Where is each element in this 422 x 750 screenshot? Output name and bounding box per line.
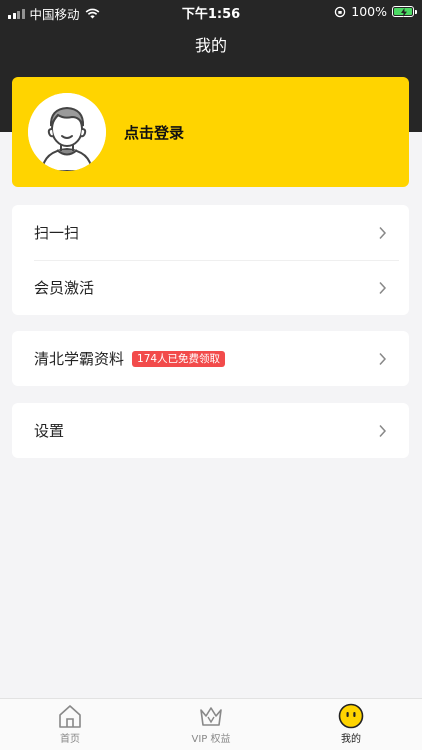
default-avatar-icon bbox=[28, 93, 106, 171]
menu-item-label: 设置 bbox=[34, 422, 65, 440]
tab-label: 首页 bbox=[60, 734, 80, 745]
home-icon bbox=[59, 705, 81, 728]
menu-item-scan[interactable]: 扫一扫 bbox=[12, 205, 409, 260]
bottom-tab-bar: 首页 VIP 权益 我的 bbox=[0, 698, 422, 750]
crown-icon bbox=[200, 707, 222, 726]
tab-home[interactable]: 首页 bbox=[30, 703, 110, 747]
chevron-right-icon bbox=[379, 352, 387, 365]
tab-mine[interactable]: 我的 bbox=[311, 703, 391, 747]
menu-item-label: 扫一扫 bbox=[34, 224, 80, 242]
menu-item-label: 会员激活 bbox=[34, 279, 95, 297]
menu-item-study-materials[interactable]: 清北学霸资料 174人已免费领取 bbox=[12, 331, 409, 386]
orientation-lock-icon bbox=[335, 6, 346, 17]
claimed-count-badge: 174人已免费领取 bbox=[132, 350, 226, 367]
menu-group-settings: 设置 bbox=[12, 403, 409, 458]
menu-group-materials: 清北学霸资料 174人已免费领取 bbox=[12, 331, 409, 386]
tab-vip-benefits[interactable]: VIP 权益 bbox=[171, 703, 251, 747]
page-title: 我的 bbox=[194, 36, 227, 55]
status-bar: 中国移动 下午1:56 100% bbox=[0, 0, 422, 22]
menu-item-membership-activation[interactable]: 会员激活 bbox=[12, 260, 409, 315]
chevron-right-icon bbox=[379, 281, 387, 294]
smiley-face-icon bbox=[338, 703, 364, 729]
tab-label: 我的 bbox=[341, 734, 361, 745]
chevron-right-icon bbox=[379, 226, 387, 239]
avatar[interactable] bbox=[28, 93, 106, 171]
chevron-right-icon bbox=[379, 424, 387, 437]
menu-item-settings[interactable]: 设置 bbox=[12, 403, 409, 458]
login-prompt[interactable]: 点击登录 bbox=[124, 122, 184, 143]
tab-label: VIP 权益 bbox=[191, 734, 231, 745]
battery-icon bbox=[392, 6, 417, 17]
battery-percent: 100% bbox=[351, 4, 387, 19]
menu-group-tools: 扫一扫 会员激活 bbox=[12, 205, 409, 315]
menu-item-label: 清北学霸资料 bbox=[34, 350, 125, 368]
profile-card[interactable]: 点击登录 bbox=[12, 77, 409, 187]
